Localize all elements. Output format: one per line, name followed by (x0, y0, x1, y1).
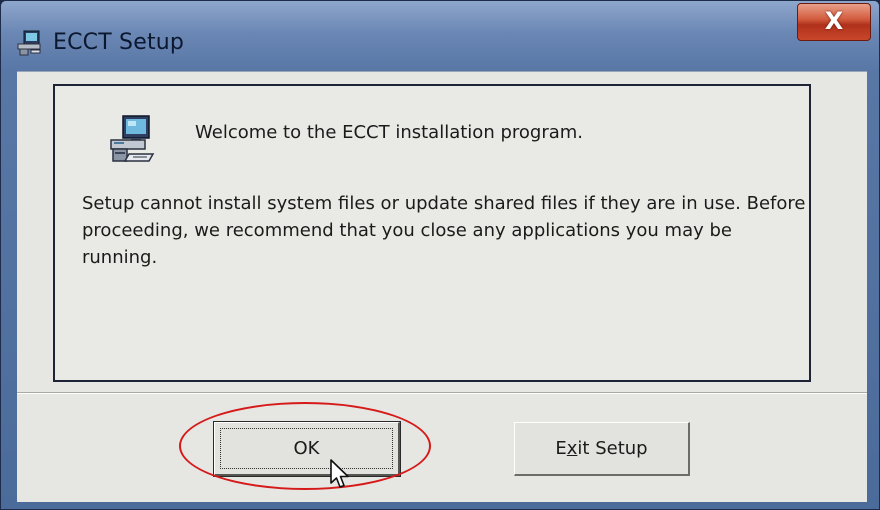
window-title: ECCT Setup (53, 30, 185, 55)
highlight-ellipse (179, 402, 431, 490)
setup-computer-icon (110, 115, 155, 162)
welcome-text: Welcome to the ECCT installation program… (195, 122, 584, 143)
content-frame: Welcome to the ECCT installation program… (53, 84, 811, 382)
close-button[interactable]: X (797, 3, 871, 41)
exit-setup-button[interactable]: Exit Setup (514, 422, 690, 476)
dialog-client-area: Welcome to the ECCT installation program… (17, 71, 867, 502)
mouse-pointer-icon (330, 459, 349, 488)
message-line-2: proceeding, we recommend that you close … (82, 220, 732, 268)
setup-window: ECCT Setup X Welcome to the ECCT install… (0, 0, 880, 510)
title-bar[interactable]: ECCT Setup X (1, 1, 879, 71)
setup-computer-icon (17, 30, 41, 56)
exit-setup-button-label: Exit Setup (555, 438, 648, 459)
setup-message: Setup cannot install system files or upd… (82, 190, 812, 271)
close-icon: X (824, 7, 844, 35)
separator (17, 392, 867, 394)
message-line-1: Setup cannot install system files or upd… (82, 193, 806, 214)
